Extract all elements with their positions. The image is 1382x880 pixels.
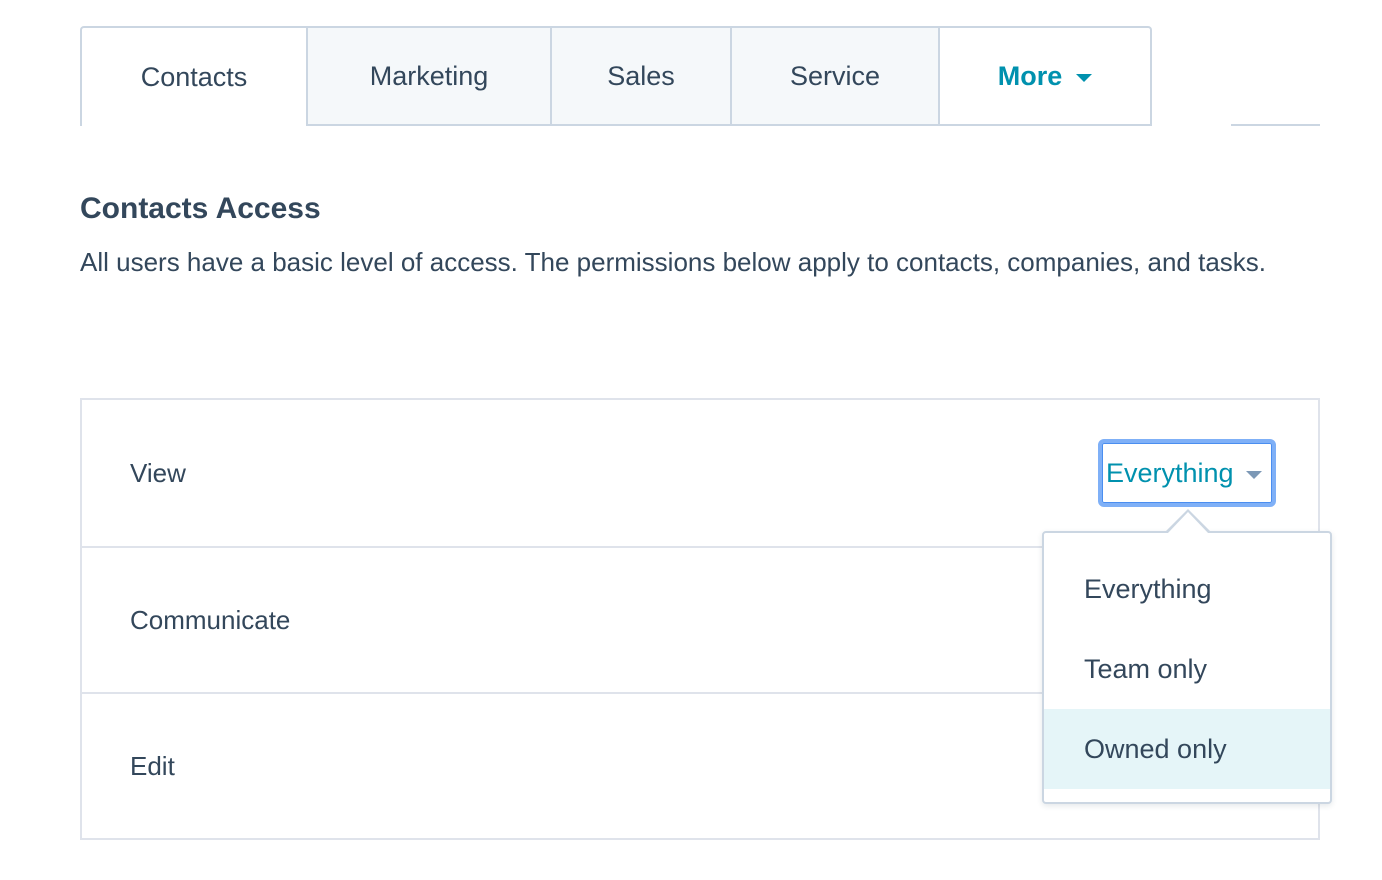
tab-baseline <box>1231 124 1320 126</box>
tab-bar: Contacts Marketing Sales Service More <box>80 26 1320 126</box>
view-access-selected-value: Everything <box>1106 457 1234 488</box>
tab-contacts-label: Contacts <box>140 61 248 92</box>
permission-label-edit: Edit <box>130 750 175 781</box>
permission-label-communicate: Communicate <box>130 604 291 635</box>
tab-more-label: More <box>997 60 1063 91</box>
permissions-page: Contacts Marketing Sales Service More Co… <box>0 0 1382 880</box>
dropdown-option-everything[interactable]: Everything <box>1044 549 1330 629</box>
tab-marketing[interactable]: Marketing <box>308 26 552 126</box>
tab-sales[interactable]: Sales <box>552 26 732 126</box>
dropdown-option-label: Team only <box>1084 653 1208 684</box>
tab-service[interactable]: Service <box>732 26 940 126</box>
tab-contacts[interactable]: Contacts <box>80 26 308 126</box>
tab-marketing-label: Marketing <box>369 60 489 91</box>
section-title: Contacts Access <box>80 192 321 225</box>
dropdown-option-label: Everything <box>1084 573 1212 604</box>
permission-label-view: View <box>130 457 186 488</box>
view-access-dropdown: Everything Team only Owned only <box>1042 531 1332 804</box>
dropdown-option-label: Owned only <box>1084 733 1227 764</box>
chevron-down-icon <box>1245 471 1262 479</box>
view-access-select[interactable]: Everything <box>1098 439 1276 507</box>
chevron-down-icon <box>1076 74 1093 82</box>
dropdown-option-owned-only[interactable]: Owned only <box>1044 709 1330 789</box>
tab-sales-label: Sales <box>607 60 675 91</box>
section-description: All users have a basic level of access. … <box>80 247 1266 277</box>
dropdown-option-team-only[interactable]: Team only <box>1044 629 1330 709</box>
tab-more[interactable]: More <box>940 26 1152 126</box>
tab-service-label: Service <box>789 60 881 91</box>
